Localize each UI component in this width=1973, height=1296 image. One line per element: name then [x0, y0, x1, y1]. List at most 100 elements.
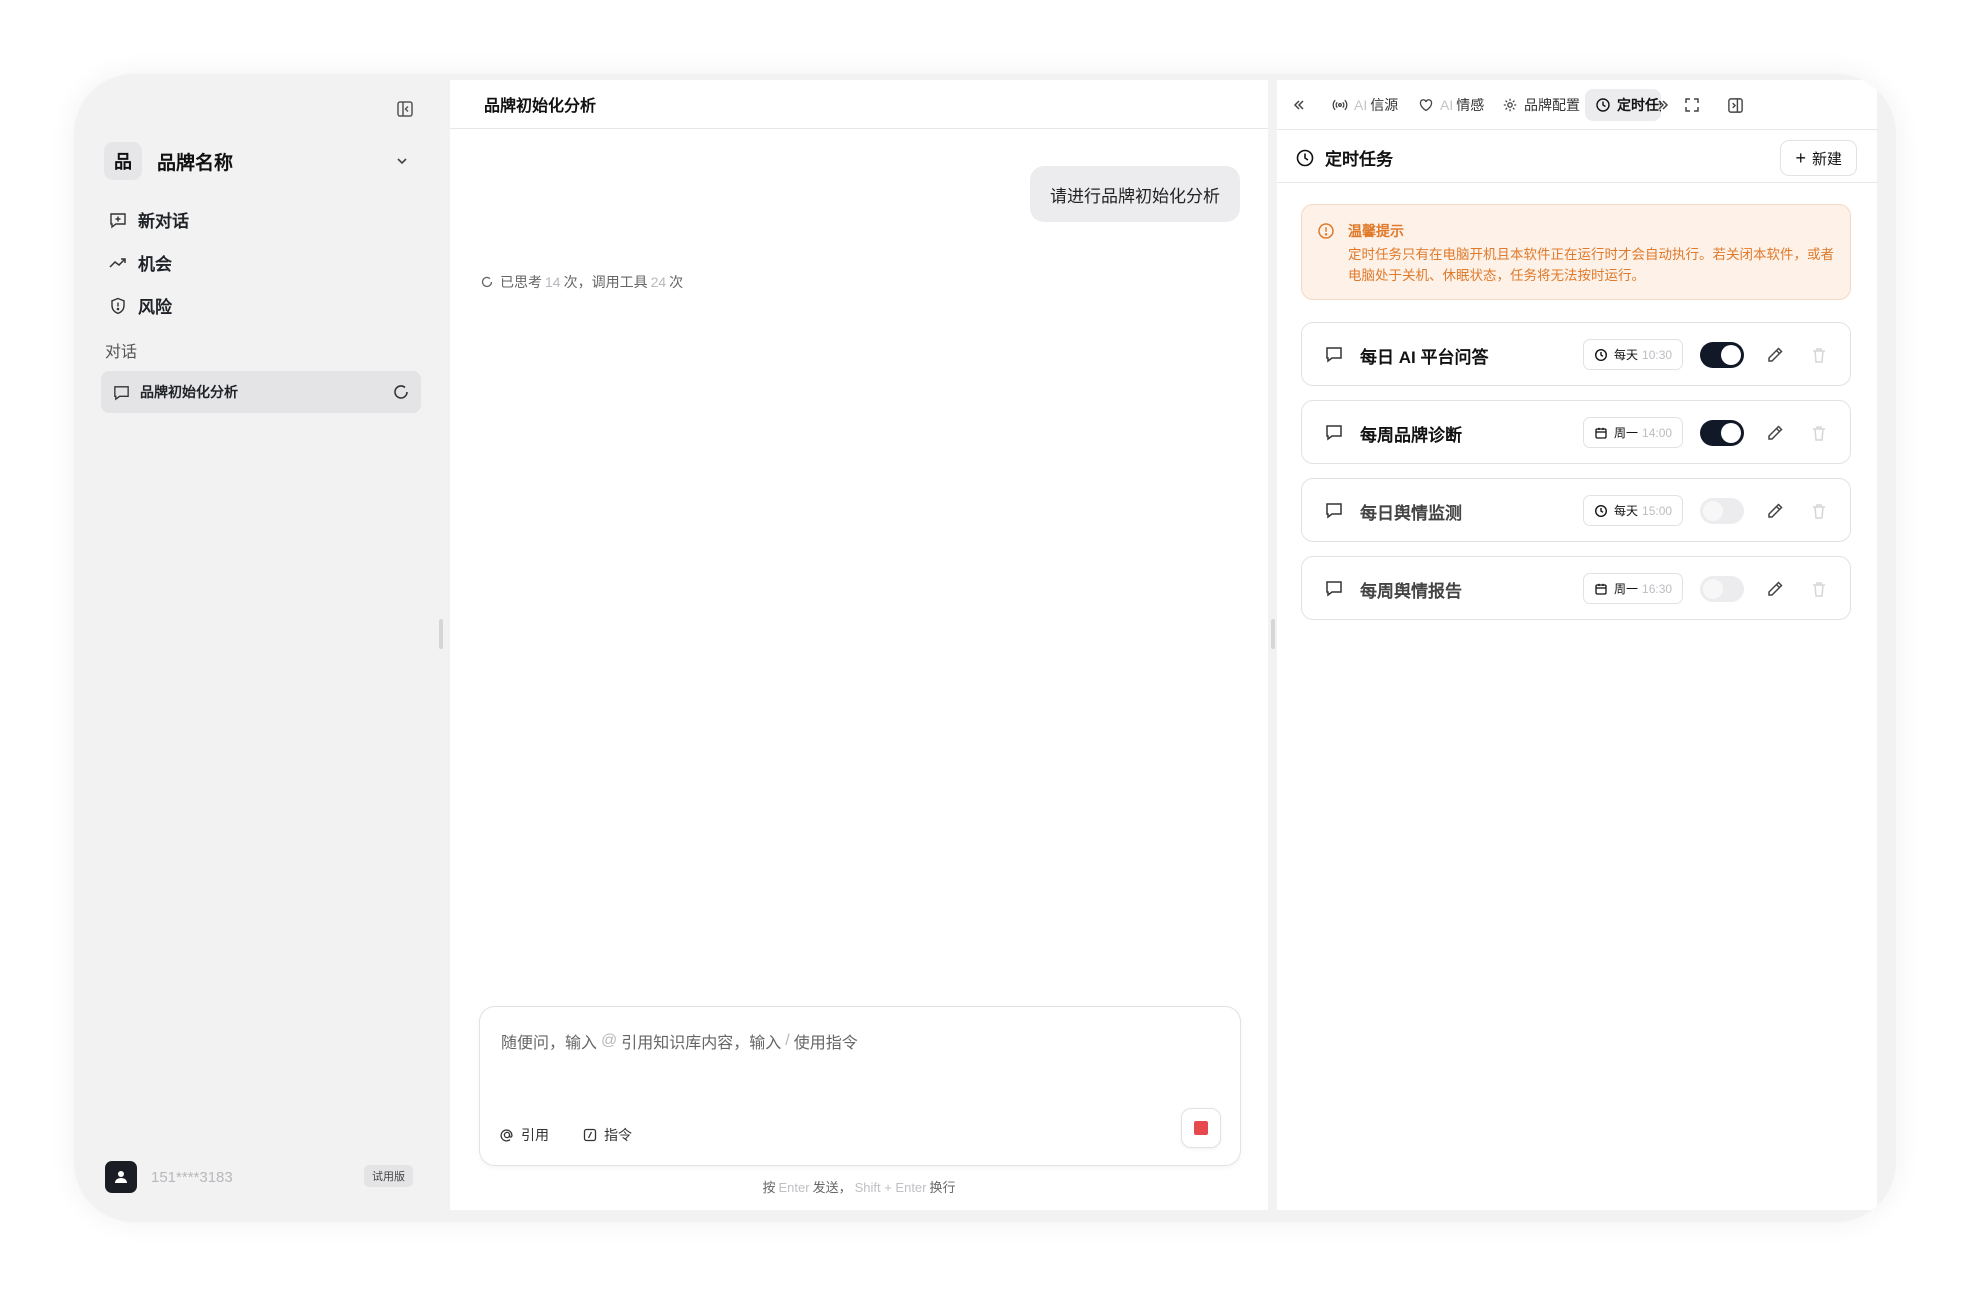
- tab-label: 品牌配置: [1524, 97, 1580, 113]
- chat-area: 品牌初始化分析 请进行品牌初始化分析 已思考 14 次，调用工具 24 次 随便…: [450, 80, 1268, 1210]
- panel-title-text: 定时任务: [1325, 150, 1393, 169]
- sidebar-item-opportunity[interactable]: 机会: [108, 241, 408, 284]
- trend-up-icon: [109, 257, 126, 268]
- hint-key: Enter: [778, 1180, 810, 1195]
- chevrons-right-icon[interactable]: [1651, 93, 1675, 117]
- keyboard-hint: 按 Enter 发送， Shift + Enter 换行: [450, 1177, 1268, 1196]
- cite-button[interactable]: 引用: [499, 1125, 549, 1145]
- sidebar-resize-handle[interactable]: [439, 619, 443, 649]
- cite-label: 引用: [521, 1127, 549, 1143]
- hint-key: Shift + Enter: [854, 1180, 927, 1195]
- thinking-status[interactable]: 已思考 14 次，调用工具 24 次: [480, 272, 683, 292]
- chat-bubble-icon: [114, 385, 129, 400]
- plan-badge: 试用版: [364, 1165, 413, 1187]
- new-task-button[interactable]: + 新建: [1780, 140, 1857, 176]
- placeholder-part: 使用指令: [793, 1035, 858, 1052]
- loading-spinner-icon: [481, 276, 493, 288]
- chat-bubble-icon: [1326, 581, 1342, 597]
- panel-header: 定时任务 + 新建: [1277, 131, 1877, 183]
- task-row[interactable]: 每周品牌诊断 周一 14:00: [1301, 400, 1851, 464]
- app-window: 品 品牌名称 新对话 机会 风险 对话 品牌初始化分析 151****3183 …: [74, 74, 1896, 1222]
- tab-label: 情感: [1456, 97, 1485, 113]
- clock-icon: [1594, 348, 1608, 361]
- command-label: 指令: [604, 1127, 632, 1143]
- task-enable-toggle[interactable]: [1700, 420, 1744, 446]
- alert-circle-icon: [1318, 223, 1334, 239]
- message-input[interactable]: 随便问，输入 @ 引用知识库内容，输入 / 使用指令: [501, 1029, 858, 1053]
- tab-ai-sources[interactable]: AI 信源: [1332, 89, 1398, 121]
- task-time: 14:00: [1642, 425, 1673, 440]
- task-enable-toggle[interactable]: [1700, 576, 1744, 602]
- sidebar-item-new-chat[interactable]: 新对话: [108, 198, 408, 241]
- collapse-sidebar-icon[interactable]: [393, 97, 417, 121]
- panel-right-icon[interactable]: [1723, 93, 1747, 117]
- pencil-icon[interactable]: [1764, 578, 1786, 600]
- trash-icon[interactable]: [1808, 344, 1830, 366]
- calendar-icon: [1595, 427, 1607, 439]
- command-button[interactable]: 指令: [582, 1125, 632, 1145]
- tab-prefix: AI: [1354, 97, 1368, 113]
- sidebar-item-label: 新对话: [138, 212, 189, 231]
- task-schedule[interactable]: 每天 10:30: [1583, 339, 1684, 370]
- trash-icon[interactable]: [1808, 422, 1830, 444]
- user-profile[interactable]: 151****3183 试用版: [105, 1160, 413, 1194]
- placeholder-symbol: /: [785, 1032, 790, 1049]
- notice-body: 定时任务只有在电脑开机且本软件正在运行时才会自动执行。若关闭本软件，或者电脑处于…: [1348, 247, 1834, 283]
- trash-icon[interactable]: [1808, 578, 1830, 600]
- plus-icon: +: [1795, 148, 1806, 168]
- sidebar: 品 品牌名称 新对话 机会 风险 对话 品牌初始化分析 151****3183 …: [74, 74, 450, 1222]
- right-panel: AI信源 AI情感 品牌配置 定时任务: [1277, 80, 1877, 1210]
- chevrons-left-icon[interactable]: [1287, 93, 1311, 117]
- chevron-down-icon[interactable]: [390, 149, 414, 173]
- tab-brand-config[interactable]: 品牌配置: [1502, 89, 1580, 121]
- signal-icon: [1332, 99, 1348, 111]
- task-enable-toggle[interactable]: [1700, 342, 1744, 368]
- task-row[interactable]: 每日舆情监测 每天 15:00: [1301, 478, 1851, 542]
- thinking-prefix: 已思考: [500, 274, 542, 290]
- at-sign-icon: [500, 1129, 513, 1142]
- chat-header: 品牌初始化分析: [450, 80, 1268, 129]
- task-time: 15:00: [1642, 503, 1673, 518]
- task-schedule[interactable]: 周一 16:30: [1583, 573, 1684, 604]
- tab-scheduled-tasks[interactable]: 定时任务: [1585, 89, 1661, 121]
- conversation-item[interactable]: 品牌初始化分析: [101, 371, 421, 413]
- hint-text: 换行: [929, 1180, 956, 1195]
- fullscreen-icon[interactable]: [1680, 93, 1704, 117]
- brand-selector[interactable]: 品 品牌名称: [104, 138, 414, 184]
- task-name: 每周舆情报告: [1360, 582, 1462, 601]
- sidebar-item-risk[interactable]: 风险: [108, 284, 408, 327]
- stop-generation-button[interactable]: [1181, 1108, 1221, 1148]
- notice-title: 温馨提示: [1348, 223, 1404, 239]
- trash-icon[interactable]: [1808, 500, 1830, 522]
- task-time: 10:30: [1642, 347, 1673, 362]
- page-title: 品牌初始化分析: [484, 98, 597, 115]
- pencil-icon[interactable]: [1764, 344, 1786, 366]
- panel-resize-handle[interactable]: [1271, 619, 1275, 649]
- slash-command-icon: [583, 1128, 597, 1142]
- task-time: 16:30: [1642, 581, 1673, 596]
- new-task-label: 新建: [1811, 150, 1842, 168]
- tab-prefix: AI: [1440, 97, 1454, 113]
- calendar-icon: [1595, 583, 1607, 595]
- brand-mark: 品: [104, 142, 142, 180]
- hint-text: 按: [762, 1180, 776, 1195]
- hint-text: 发送，: [812, 1180, 852, 1195]
- user-message: 请进行品牌初始化分析: [1030, 166, 1240, 222]
- message-composer[interactable]: 随便问，输入 @ 引用知识库内容，输入 / 使用指令 引用 指令: [479, 1006, 1241, 1166]
- task-name: 每日 AI 平台问答: [1360, 348, 1489, 367]
- warning-notice: 温馨提示 定时任务只有在电脑开机且本软件正在运行时才会自动执行。若关闭本软件，或…: [1301, 204, 1851, 300]
- tab-ai-sentiment[interactable]: AI 情感: [1418, 89, 1484, 121]
- task-frequency: 每天: [1614, 348, 1639, 362]
- task-enable-toggle[interactable]: [1700, 498, 1744, 524]
- task-schedule[interactable]: 每天 15:00: [1583, 495, 1684, 526]
- task-row[interactable]: 每周舆情报告 周一 16:30: [1301, 556, 1851, 620]
- placeholder-symbol: @: [601, 1032, 618, 1049]
- task-frequency: 周一: [1614, 582, 1639, 596]
- chat-bubble-icon: [1326, 347, 1342, 363]
- pencil-icon[interactable]: [1764, 422, 1786, 444]
- sidebar-nav: 新对话 机会 风险: [108, 198, 408, 327]
- heart-icon: [1419, 99, 1433, 112]
- task-schedule[interactable]: 周一 14:00: [1583, 417, 1684, 448]
- task-row[interactable]: 每日 AI 平台问答 每天 10:30: [1301, 322, 1851, 386]
- pencil-icon[interactable]: [1764, 500, 1786, 522]
